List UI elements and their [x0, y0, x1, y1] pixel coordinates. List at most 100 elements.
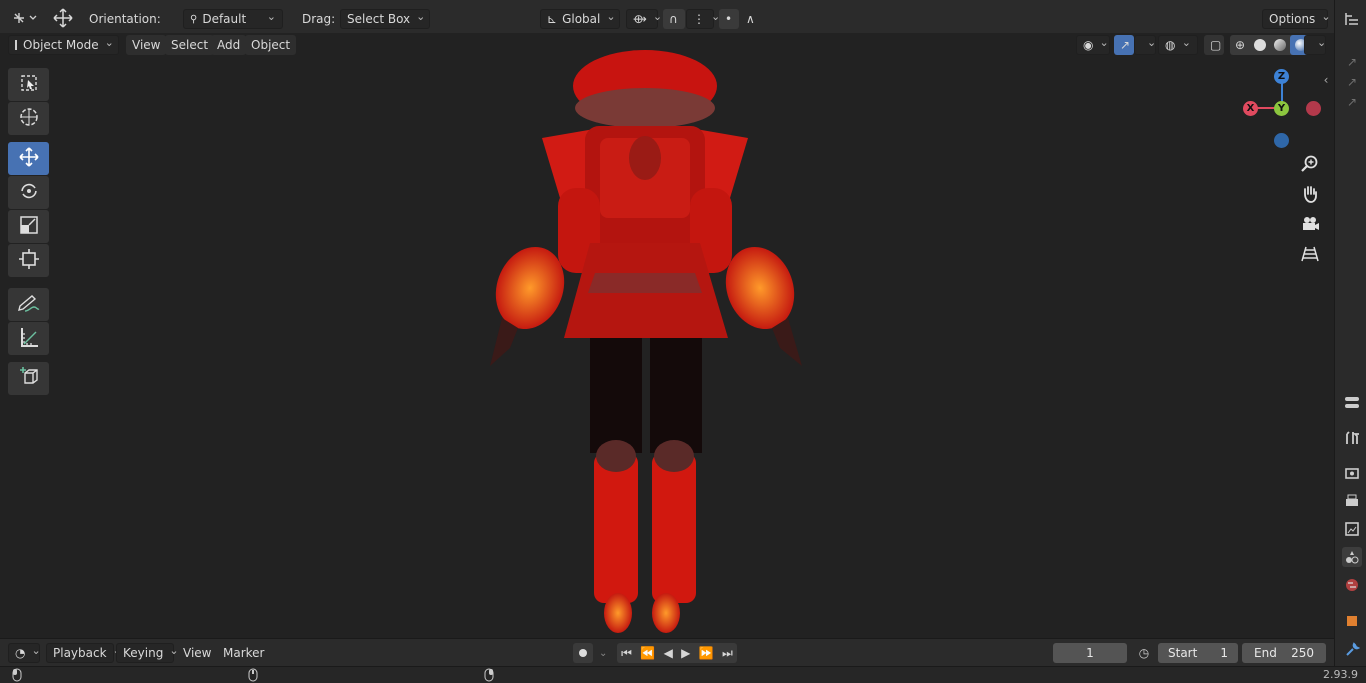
version-label: 2.93.9: [1323, 668, 1358, 681]
magnet-icon: ∩: [669, 12, 678, 26]
menu-view[interactable]: View: [126, 35, 167, 55]
snap-increment-icon: ⋮: [693, 12, 705, 26]
shading-group: ⊕: [1230, 35, 1312, 55]
grid-icon[interactable]: [1298, 242, 1322, 266]
outliner-icon[interactable]: [1342, 9, 1362, 29]
measure-tool[interactable]: [8, 322, 49, 355]
current-frame-field[interactable]: 1: [1053, 643, 1127, 663]
pin-icon-3[interactable]: ↗: [1342, 92, 1362, 112]
shading-dropdown[interactable]: [1304, 35, 1326, 55]
stopwatch-icon[interactable]: ◷: [1134, 644, 1154, 662]
chevron-down-icon: ⌄: [599, 647, 608, 659]
snap-toggle[interactable]: ∩: [663, 9, 685, 29]
menu-playback[interactable]: Playback: [46, 643, 114, 663]
pivot-point-dropdown[interactable]: ⟴: [626, 9, 658, 29]
jump-start-icon[interactable]: ⏮: [621, 646, 632, 661]
view-layer-icon[interactable]: [1342, 519, 1362, 539]
orientation-dropdown[interactable]: ⚲ Default: [183, 9, 283, 29]
transform-tool[interactable]: [8, 244, 49, 277]
gizmo-x-axis[interactable]: X: [1243, 101, 1258, 116]
measure-icon: [18, 326, 40, 351]
options-dropdown[interactable]: Options: [1262, 9, 1328, 29]
play-reverse-icon[interactable]: ◀: [664, 646, 673, 660]
orientation-label: Orientation:: [89, 12, 161, 26]
transform-icon: [18, 248, 40, 273]
3d-viewport[interactable]: Object Mode View Select Add Object ◉ ↗ ◍…: [0, 34, 1334, 638]
gizmo-z-axis[interactable]: Z: [1274, 69, 1289, 84]
gizmo-dropdown[interactable]: [1134, 35, 1156, 55]
timeline-editor-type[interactable]: ◔: [8, 643, 40, 663]
annotate-icon: [17, 292, 41, 317]
render-icon[interactable]: [1342, 463, 1362, 483]
menu-timeline-view[interactable]: View: [177, 643, 217, 663]
object-icon[interactable]: [1342, 611, 1362, 631]
editor-type-icon[interactable]: [10, 8, 38, 28]
gizmo-y-axis[interactable]: Y: [1274, 101, 1289, 116]
end-frame-field[interactable]: End 250: [1242, 643, 1326, 663]
pivot-point-icon: ⟴: [633, 12, 647, 26]
start-frame-field[interactable]: Start 1: [1158, 643, 1238, 663]
select-box-tool[interactable]: [8, 68, 49, 101]
mouse-left-icon: [10, 668, 24, 682]
orientation-value: Default: [202, 12, 247, 26]
material-shading-icon[interactable]: [1270, 35, 1290, 55]
menu-marker[interactable]: Marker: [217, 643, 270, 663]
keying-set-dropdown[interactable]: ⌄: [593, 643, 613, 663]
drag-dropdown[interactable]: Select Box: [340, 9, 430, 29]
pin-icon-1[interactable]: ↗: [1342, 52, 1362, 72]
wireframe-shading-icon[interactable]: ⊕: [1230, 35, 1250, 55]
world-icon[interactable]: [1342, 575, 1362, 595]
play-icon[interactable]: ▶: [681, 646, 690, 660]
pivot-icon: ⚲: [190, 13, 198, 25]
menu-object[interactable]: Object: [245, 35, 297, 55]
select-box-icon: [19, 73, 39, 96]
pin-icon-2[interactable]: ↗: [1342, 72, 1362, 92]
jump-keyframe-back-icon[interactable]: ⏪: [640, 646, 655, 660]
tool-icon[interactable]: [1342, 428, 1362, 448]
cursor-tool[interactable]: [8, 102, 49, 135]
overlay-dropdown[interactable]: ◍: [1158, 35, 1198, 55]
rotate-tool[interactable]: [8, 176, 49, 209]
scene-icon[interactable]: [1342, 547, 1362, 567]
wrench-icon[interactable]: [1342, 640, 1362, 660]
jump-end-icon[interactable]: ⏭: [722, 646, 733, 661]
sidebar-toggle-icon[interactable]: ‹: [1320, 72, 1332, 88]
menu-add[interactable]: Add: [211, 35, 247, 55]
add-cube-tool[interactable]: [8, 362, 49, 395]
move-tool-icon[interactable]: [50, 7, 76, 29]
axes-icon: ⊾: [547, 12, 558, 26]
gizmo-toggle[interactable]: ↗: [1114, 35, 1134, 55]
menu-select[interactable]: Select: [165, 35, 215, 55]
snap-target-dropdown[interactable]: ⋮: [686, 9, 714, 29]
properties-editor-icon[interactable]: [1342, 393, 1362, 413]
auto-keying-toggle[interactable]: [573, 643, 593, 663]
navigation-gizmo[interactable]: Z X Y: [1236, 66, 1326, 156]
annotate-tool[interactable]: [8, 288, 49, 321]
visibility-dropdown[interactable]: ◉: [1076, 35, 1110, 55]
scale-tool[interactable]: [8, 210, 49, 243]
playback-controls: ⏮ ⏪ ◀ ▶ ⏩ ⏭: [617, 643, 737, 663]
camera-icon[interactable]: [1298, 212, 1322, 236]
transform-orientation-dropdown[interactable]: ⊾ Global: [540, 9, 620, 29]
falloff-curve-icon: ∧: [746, 12, 755, 26]
transform-orientation-value: Global: [562, 12, 601, 26]
menu-keying[interactable]: Keying: [116, 643, 174, 663]
zoom-icon[interactable]: [1298, 152, 1322, 176]
jump-keyframe-forward-icon[interactable]: ⏩: [699, 646, 714, 660]
move-tool[interactable]: [8, 142, 49, 175]
gizmo-icon: ↗: [1120, 38, 1131, 52]
falloff-dropdown[interactable]: ∧: [740, 9, 766, 29]
output-icon[interactable]: [1342, 491, 1362, 511]
gizmo-neg-x-axis[interactable]: [1306, 101, 1321, 116]
end-label: End: [1254, 646, 1277, 660]
solid-shading-icon[interactable]: [1250, 35, 1270, 55]
proportional-edit-toggle[interactable]: •: [719, 9, 739, 29]
mode-dropdown[interactable]: Object Mode: [8, 35, 119, 55]
xray-icon: ▢: [1210, 38, 1222, 52]
options-label: Options: [1269, 12, 1316, 26]
drag-label: Drag:: [302, 12, 336, 26]
xray-toggle[interactable]: ▢: [1204, 35, 1224, 55]
gizmo-neg-z-axis[interactable]: [1274, 133, 1289, 148]
hand-pan-icon[interactable]: [1298, 182, 1322, 206]
drag-value: Select Box: [347, 12, 411, 26]
